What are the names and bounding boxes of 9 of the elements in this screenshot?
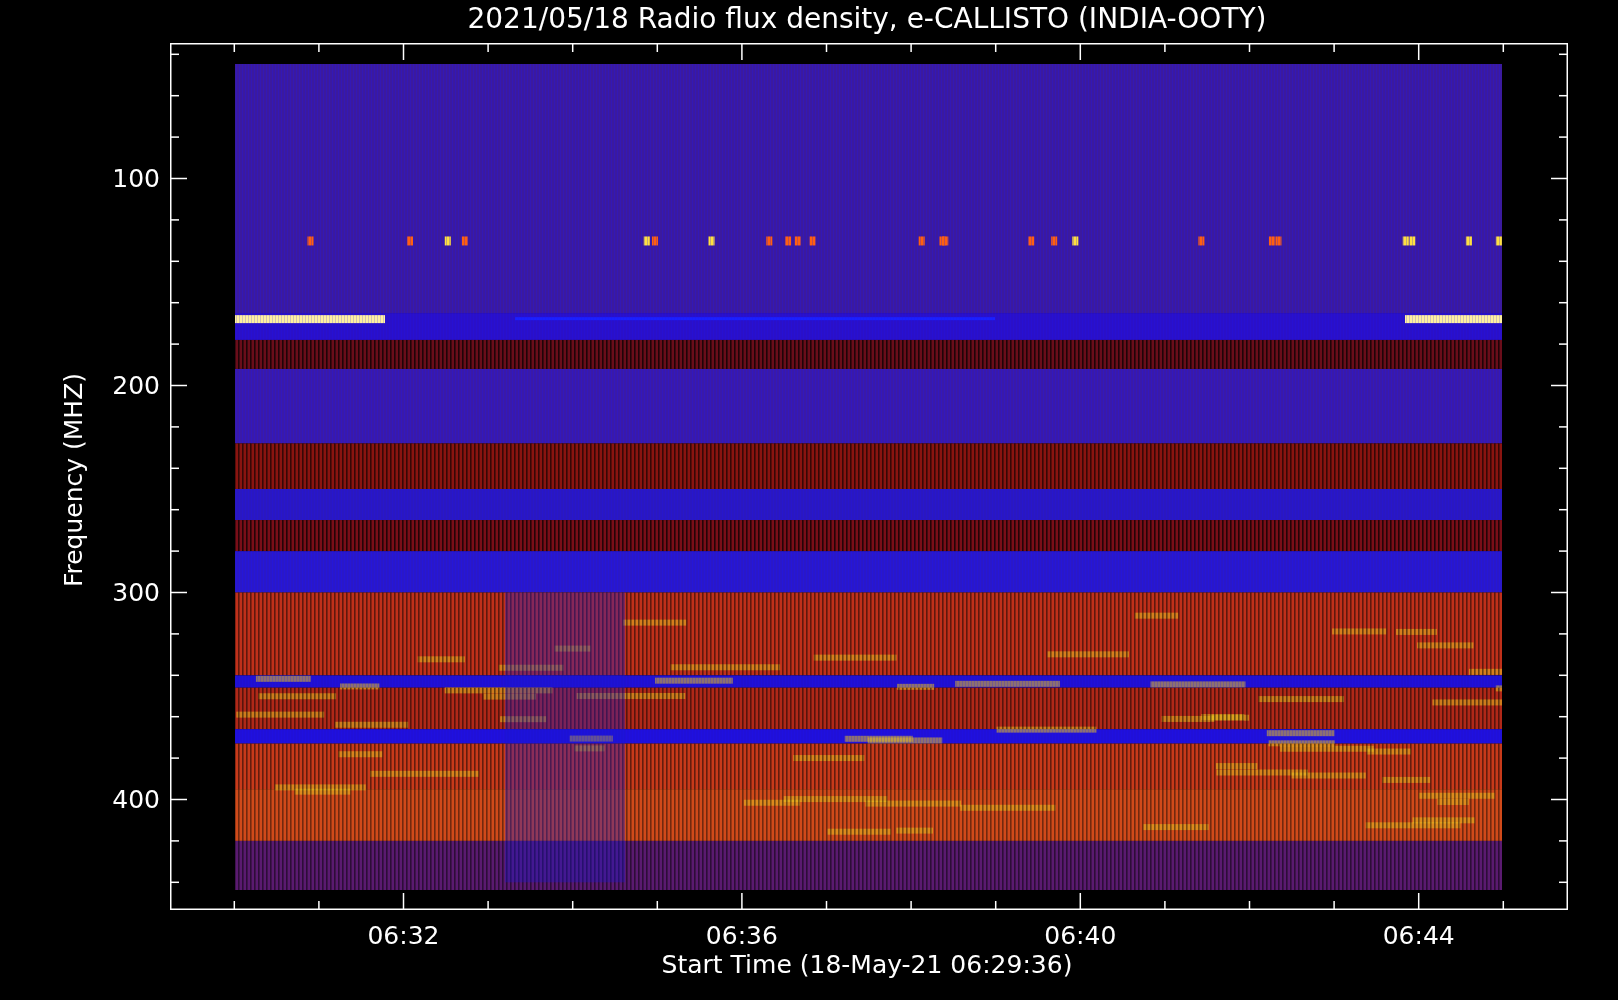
x-tick-label: 06:40 <box>1043 921 1118 951</box>
x-tick-label: 06:44 <box>1381 921 1456 951</box>
x-tick-label: 06:32 <box>366 921 441 951</box>
chart-title: 2021/05/18 Radio flux density, e-CALLISTO (INDIA-OOTY) <box>466 1 1268 37</box>
y-tick-label: 400 <box>111 784 160 815</box>
y-axis-label: Frequency (MHZ) <box>59 371 89 590</box>
x-axis-label: Start Time (18-May-21 06:29:36) <box>660 950 1074 980</box>
x-tick-label: 06:36 <box>704 921 779 951</box>
y-tick-label: 100 <box>111 163 160 194</box>
